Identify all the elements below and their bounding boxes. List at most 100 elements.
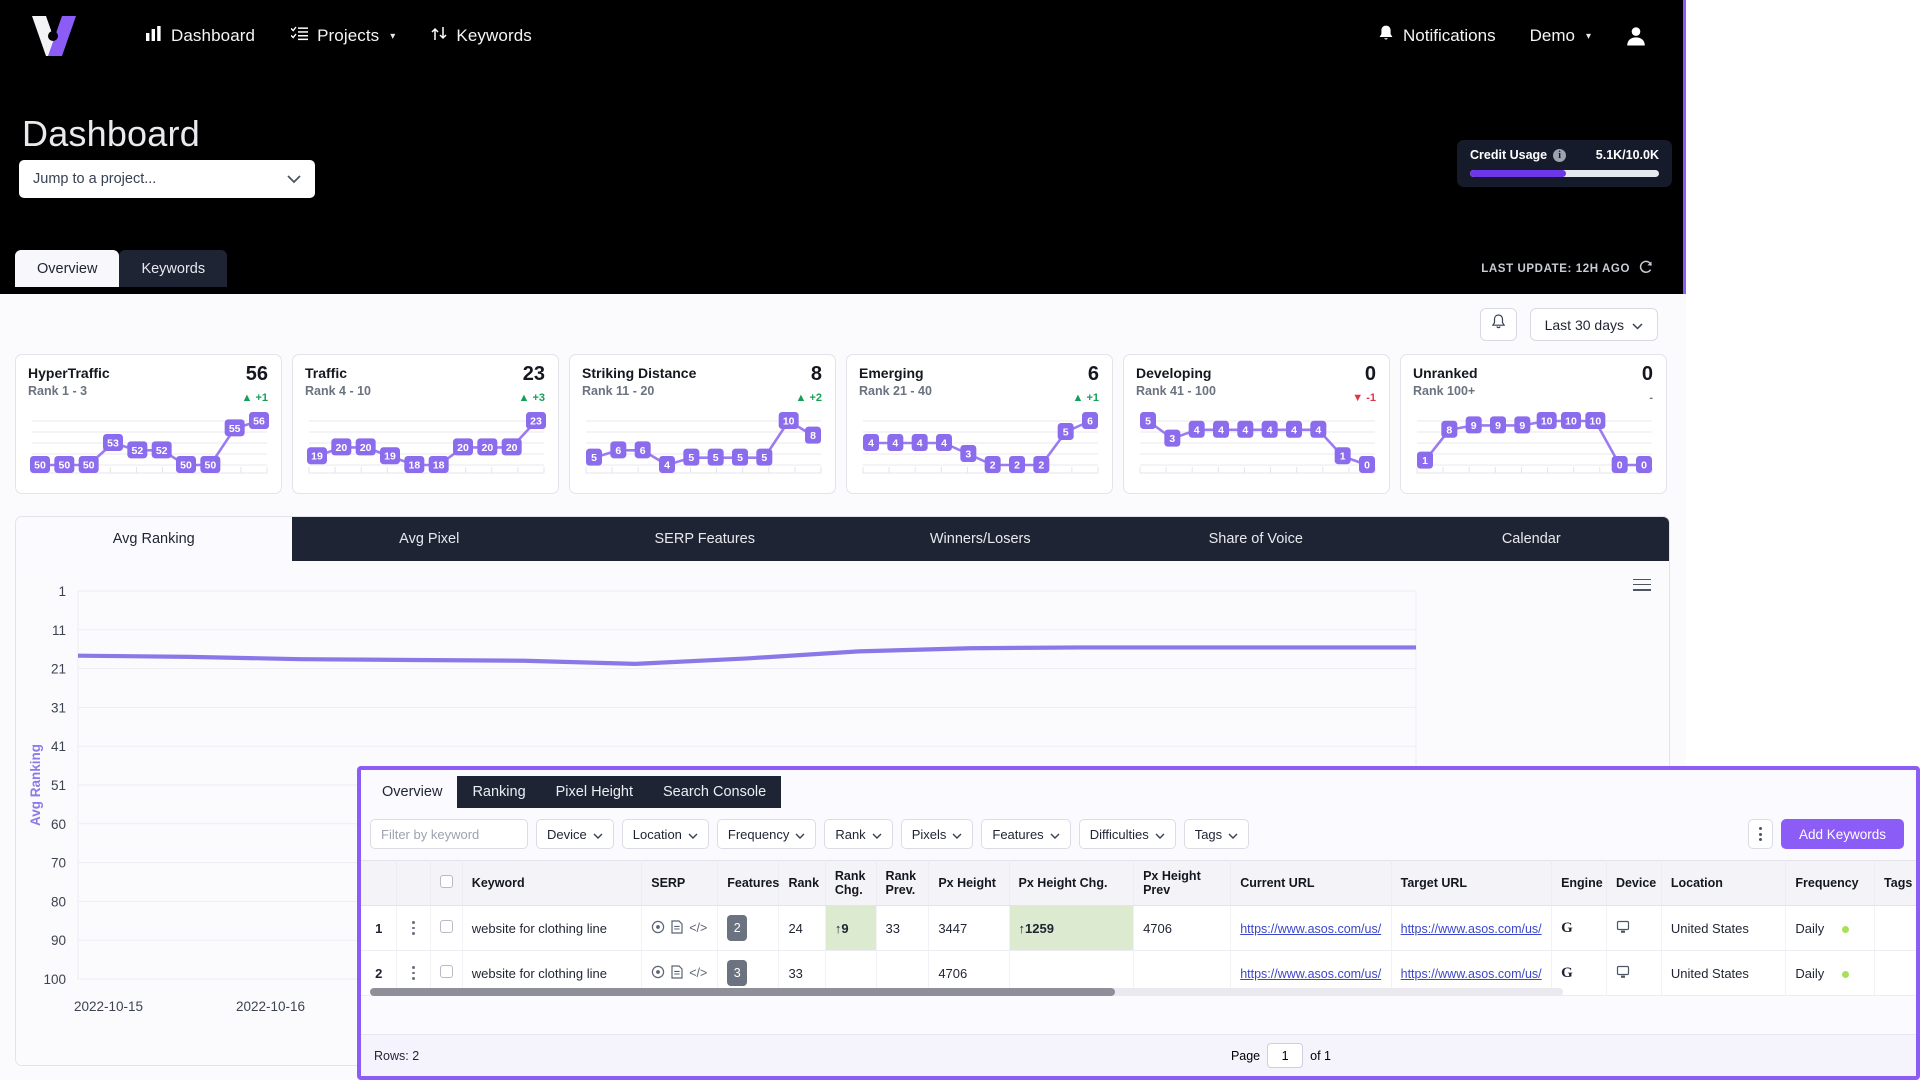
keyword-tab-search-console[interactable]: Search Console bbox=[648, 776, 782, 808]
svg-text:5: 5 bbox=[737, 452, 743, 464]
refresh-icon[interactable] bbox=[1639, 260, 1653, 277]
keyword-filter-input[interactable]: Filter by keyword bbox=[370, 819, 528, 849]
kpi-card-traffic[interactable]: Traffic Rank 4 - 10 23 ▲ +3 19 20 20 19 18 18 20 20… bbox=[292, 354, 559, 494]
checkbox-icon[interactable] bbox=[440, 875, 454, 888]
serp-preview-icon[interactable] bbox=[651, 920, 665, 937]
chevron-down-icon bbox=[688, 827, 698, 842]
column-header-px-height-prev[interactable]: Px Height Prev bbox=[1133, 860, 1232, 906]
chart-tab-winners-losers[interactable]: Winners/Losers bbox=[842, 517, 1118, 561]
row-checkbox[interactable] bbox=[430, 905, 463, 951]
serp-document-icon[interactable] bbox=[671, 919, 683, 937]
add-keywords-button[interactable]: Add Keywords bbox=[1780, 819, 1904, 849]
account-menu[interactable]: Demo ▾ bbox=[1530, 26, 1591, 46]
page-input[interactable]: 1 bbox=[1267, 1043, 1304, 1068]
keyword-table-scroll[interactable]: Keyword SERP Features Rank Rank Chg. Rank Pre… bbox=[361, 860, 1916, 996]
main-nav: Dashboard Projects ▾ Keywords bbox=[146, 26, 532, 46]
kpi-card-unranked[interactable]: Unranked Rank 100+ 0 - 1 8 9 9 9 10 10 10 0 0 bbox=[1400, 354, 1667, 494]
column-header-rank[interactable]: Rank bbox=[778, 860, 826, 906]
filter-pixels[interactable]: Pixels bbox=[900, 819, 974, 849]
column-header-features[interactable]: Features bbox=[717, 860, 780, 906]
filter-label: Frequency bbox=[727, 826, 790, 842]
notifications-button[interactable]: Notifications bbox=[1378, 25, 1496, 47]
column-header-rank-chg-[interactable]: Rank Chg. bbox=[825, 860, 877, 906]
column-header-px-height-chg-[interactable]: Px Height Chg. bbox=[1009, 860, 1135, 906]
filter-difficulties[interactable]: Difficulties bbox=[1078, 819, 1176, 849]
credit-progress-fill bbox=[1470, 170, 1567, 177]
target-url-link[interactable]: https://www.asos.com/us/ bbox=[1401, 967, 1542, 981]
current-url-link[interactable]: https://www.asos.com/us/ bbox=[1240, 967, 1381, 981]
row-menu-button[interactable] bbox=[396, 905, 432, 951]
kpi-sparkline: 1 8 9 9 9 10 10 10 0 0 bbox=[1409, 411, 1660, 487]
filter-label: Location bbox=[632, 826, 682, 842]
alerts-button[interactable] bbox=[1479, 308, 1517, 341]
chart-tab-calendar[interactable]: Calendar bbox=[1393, 517, 1669, 561]
target-url-link[interactable]: https://www.asos.com/us/ bbox=[1401, 922, 1542, 936]
column-header-target-url[interactable]: Target URL bbox=[1391, 860, 1553, 906]
table-row[interactable]: 1 website for clothing line </> 2 24 ↑9 33 3447… bbox=[361, 905, 1916, 951]
column-header-tags[interactable]: Tags bbox=[1874, 860, 1916, 906]
table-options-button[interactable] bbox=[1747, 819, 1773, 849]
column-header-engine[interactable]: Engine bbox=[1551, 860, 1607, 906]
checkbox-icon[interactable] bbox=[440, 965, 454, 978]
keyword-tab-ranking[interactable]: Ranking bbox=[457, 776, 541, 808]
cell-keyword: website for clothing line bbox=[462, 905, 643, 951]
kpi-sparkline: 50 50 50 53 52 52 50 50 55 56 bbox=[24, 411, 275, 487]
column-header-rank-prev-[interactable]: Rank Prev. bbox=[876, 860, 930, 906]
kpi-card-hypertraffic[interactable]: HyperTraffic Rank 1 - 3 56 ▲ +1 50 50 50 53 52 52… bbox=[15, 354, 282, 494]
tab-overview[interactable]: Overview bbox=[15, 250, 120, 287]
column-header-px-height[interactable]: Px Height bbox=[928, 860, 1010, 906]
avatar[interactable] bbox=[1625, 25, 1647, 47]
keyword-filter-placeholder: Filter by keyword bbox=[381, 826, 480, 842]
chevron-down-icon: ▾ bbox=[1585, 30, 1591, 42]
svg-text:20: 20 bbox=[360, 442, 372, 454]
serp-code-icon[interactable]: </> bbox=[689, 966, 707, 980]
filter-frequency[interactable]: Frequency bbox=[716, 819, 817, 849]
serp-document-icon[interactable] bbox=[671, 964, 683, 982]
cell-frequency: Daily bbox=[1785, 950, 1876, 996]
chart-tab-share-of-voice[interactable]: Share of Voice bbox=[1118, 517, 1394, 561]
filter-tags[interactable]: Tags bbox=[1183, 819, 1250, 849]
column-header-device[interactable]: Device bbox=[1606, 860, 1662, 906]
bell-outline-icon bbox=[1491, 314, 1506, 335]
info-icon[interactable]: i bbox=[1553, 148, 1567, 162]
project-select[interactable]: Jump to a project... bbox=[19, 160, 315, 198]
chart-tab-serp-features[interactable]: SERP Features bbox=[567, 517, 843, 561]
svg-text:50: 50 bbox=[180, 460, 192, 472]
column-header-serp[interactable]: SERP bbox=[641, 860, 719, 906]
filter-device[interactable]: Device bbox=[536, 819, 614, 849]
chart-tab-bar: Avg Ranking Avg Pixel SERP Features Winners… bbox=[16, 517, 1669, 561]
column-header-frequency[interactable]: Frequency bbox=[1785, 860, 1876, 906]
kpi-card-emerging[interactable]: Emerging Rank 21 - 40 6 ▲ +1 4 4 4 4 3 2 2 2 5 6 bbox=[846, 354, 1113, 494]
kpi-change: ▲ +1 bbox=[1072, 392, 1100, 404]
nav-item-projects[interactable]: Projects ▾ bbox=[290, 26, 395, 46]
filter-features[interactable]: Features bbox=[981, 819, 1071, 849]
serp-code-icon[interactable]: </> bbox=[689, 921, 707, 935]
tab-keywords[interactable]: Keywords bbox=[119, 250, 228, 287]
svg-text:5: 5 bbox=[1145, 416, 1151, 428]
cell-location: United States bbox=[1661, 905, 1787, 951]
date-range-select[interactable]: Last 30 days bbox=[1529, 308, 1658, 341]
x-logo[interactable] bbox=[30, 14, 78, 58]
keyword-tab-pixel-height[interactable]: Pixel Height bbox=[540, 776, 649, 808]
kpi-card-striking-distance[interactable]: Striking Distance Rank 11 - 20 8 ▲ +2 5 6 6 4 5 5… bbox=[569, 354, 836, 494]
chevron-down-icon bbox=[952, 827, 962, 842]
current-url-link[interactable]: https://www.asos.com/us/ bbox=[1240, 922, 1381, 936]
column-header-location[interactable]: Location bbox=[1661, 860, 1787, 906]
nav-item-keywords[interactable]: Keywords bbox=[431, 26, 532, 46]
chart-tab-avg-pixel[interactable]: Avg Pixel bbox=[291, 517, 567, 561]
horizontal-scrollbar[interactable] bbox=[370, 988, 1563, 996]
kpi-card-developing[interactable]: Developing Rank 41 - 100 0 ▼ -1 5 3 4 4 4 4 4 4 1 0 bbox=[1123, 354, 1390, 494]
column-header-keyword[interactable]: Keyword bbox=[462, 860, 643, 906]
chart-tab-avg-ranking[interactable]: Avg Ranking bbox=[16, 517, 292, 561]
svg-text:9: 9 bbox=[1471, 420, 1477, 432]
svg-text:5: 5 bbox=[591, 452, 597, 464]
filter-rank[interactable]: Rank bbox=[824, 819, 893, 849]
filter-location[interactable]: Location bbox=[621, 819, 709, 849]
serp-preview-icon[interactable] bbox=[651, 965, 665, 982]
column-header-current-url[interactable]: Current URL bbox=[1230, 860, 1392, 906]
nav-item-dashboard[interactable]: Dashboard bbox=[146, 26, 255, 46]
keyword-tab-overview[interactable]: Overview bbox=[367, 776, 458, 808]
chart-menu-icon[interactable] bbox=[1633, 575, 1651, 594]
checkbox-icon[interactable] bbox=[440, 920, 454, 933]
chevron-down-icon[interactable]: ▾ bbox=[390, 31, 395, 42]
